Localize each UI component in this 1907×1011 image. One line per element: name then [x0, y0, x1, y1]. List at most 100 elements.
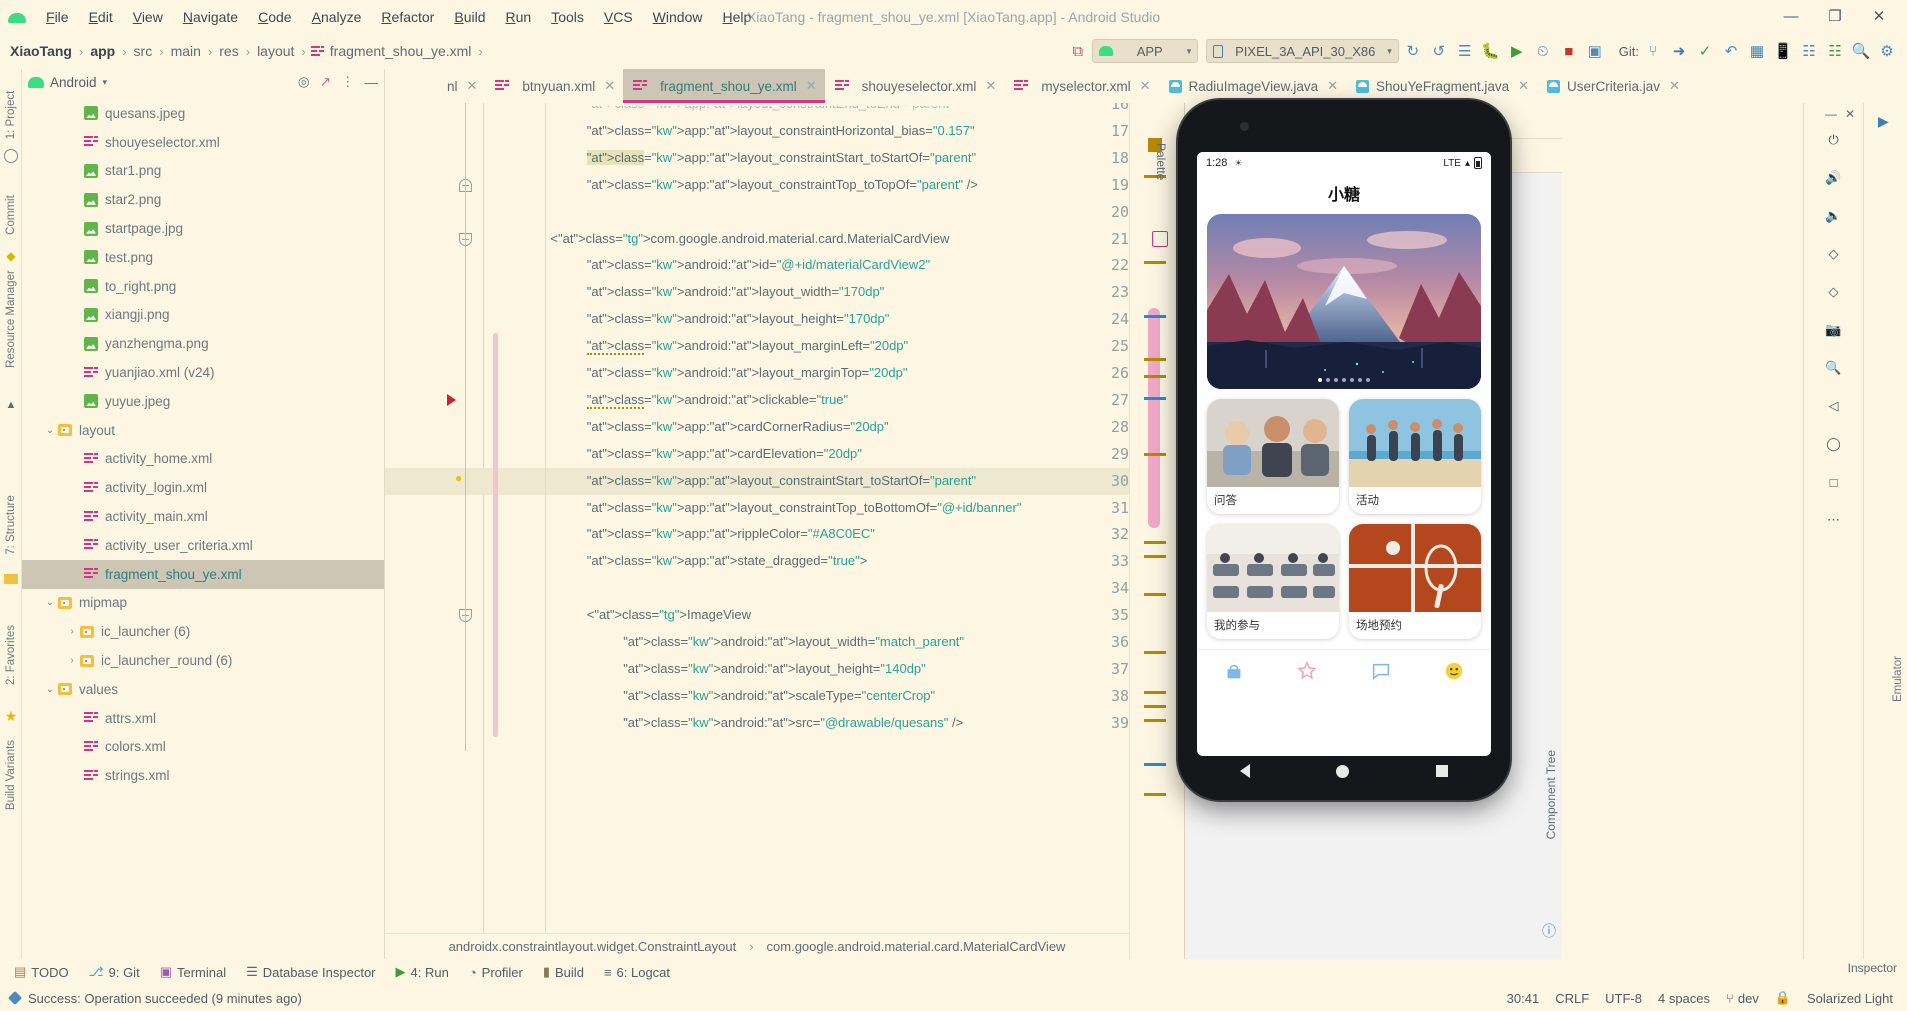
tree-item[interactable]: shouyeselector.xml	[22, 128, 384, 157]
tree-item[interactable]: test.png	[22, 243, 384, 272]
tree-item-selected[interactable]: fragment_shou_ye.xml	[22, 559, 384, 589]
tool-window-9--git[interactable]: ⎇ 9: Git	[89, 964, 140, 980]
intention-bulb-icon[interactable]: ●	[455, 471, 462, 485]
chevron-down-icon[interactable]: ⌄	[42, 684, 58, 695]
menu-item-vcs[interactable]: VCS	[594, 6, 643, 28]
close-button[interactable]: ✕	[1857, 4, 1901, 28]
code-line[interactable]: "at">class="kw">android:"at">layout_heig…	[623, 656, 926, 683]
tool-window-todo[interactable]: ▤ TODO	[14, 964, 69, 980]
home-icon[interactable]: ◯	[1804, 425, 1863, 463]
code-line[interactable]: "at">class="kw">app:"at">layout_constrai…	[587, 468, 976, 495]
help-icon[interactable]: ⓘ	[1542, 921, 1556, 941]
rail-item-commit[interactable]: Commit	[5, 182, 17, 248]
breadcrumb-item-0[interactable]: XiaoTang	[8, 43, 74, 59]
tree-item[interactable]: › ic_launcher (6)	[22, 617, 384, 646]
device-selector[interactable]: PIXEL_3A_API_30_X86 ▾	[1206, 39, 1399, 63]
close-icon[interactable]: ✕	[985, 78, 996, 94]
code-line[interactable]: "at">class="kw">android:"at">clickable="…	[586, 387, 848, 414]
tree-item[interactable]: activity_login.xml	[22, 473, 384, 502]
chevron-down-icon[interactable]: ▾	[103, 77, 108, 88]
code-line[interactable]: <"at">class="tg">com.google.android.mate…	[550, 226, 949, 253]
caret-position[interactable]: 30:41	[1507, 991, 1540, 1006]
close-icon[interactable]: ✕	[1140, 78, 1151, 94]
rail-item-build-variants[interactable]: Build Variants	[5, 735, 17, 815]
code-line[interactable]: "at">class="kw">app:"at">layout_constrai…	[586, 145, 976, 172]
search-icon[interactable]: 🔍	[1849, 39, 1873, 63]
branch-name[interactable]: dev	[1738, 991, 1759, 1006]
menu-item-view[interactable]: View	[123, 6, 173, 28]
tree-item[interactable]: startpage.jpg	[22, 214, 384, 243]
back-icon[interactable]: ◁	[1804, 387, 1863, 425]
breadcrumb-item-4[interactable]: res	[217, 43, 240, 59]
device-manager-icon[interactable]: 📱	[1771, 39, 1795, 63]
feature-card[interactable]: 场地预约	[1349, 524, 1481, 639]
zoom-icon[interactable]: 🔍	[1804, 349, 1863, 387]
avd-icon[interactable]: ☷	[1823, 39, 1847, 63]
tree-item[interactable]: ⌄ values	[22, 675, 384, 704]
power-icon[interactable]: ⏻	[1804, 121, 1863, 159]
breadcrumb-item-2[interactable]: src	[132, 43, 155, 59]
rotate-left-icon[interactable]: ◇	[1804, 235, 1863, 273]
tree-item[interactable]: xiangji.png	[22, 301, 384, 330]
tree-item[interactable]: activity_main.xml	[22, 502, 384, 531]
tree-item[interactable]: yanzhengma.png	[22, 329, 384, 358]
hide-icon[interactable]: —	[365, 75, 379, 90]
options-icon[interactable]: ⋮	[341, 74, 355, 90]
editor-tab-fragment-shou-ye-xml[interactable]: fragment_shou_ye.xml ✕	[623, 69, 826, 103]
code-line[interactable]: "at">class="kw">android:"at">layout_marg…	[586, 333, 908, 360]
tree-item[interactable]: star1.png	[22, 157, 384, 186]
close-icon[interactable]: ✕	[604, 78, 615, 94]
component-breadcrumb-0[interactable]: androidx.constraintlayout.widget.Constra…	[449, 939, 737, 954]
tree-item[interactable]: attrs.xml	[22, 704, 384, 733]
code-line[interactable]: <"at">class="tg">ImageView	[587, 602, 751, 629]
editor-tab-usercriteria-jav[interactable]: UserCriteria.jav ✕	[1537, 69, 1688, 103]
menu-item-build[interactable]: Build	[444, 6, 495, 28]
lock-icon[interactable]: 🔒	[1775, 990, 1791, 1006]
component-breadcrumb[interactable]: androidx.constraintlayout.widget.Constra…	[385, 933, 1129, 959]
close-icon[interactable]: ✕	[1327, 78, 1338, 94]
chevron-right-icon[interactable]: ›	[64, 655, 80, 666]
profiler-icon[interactable]: ⏲	[1531, 39, 1555, 63]
menu-item-analyze[interactable]: Analyze	[302, 6, 372, 28]
rail-item-structure[interactable]: 7: Structure	[5, 492, 17, 558]
git-commit-icon[interactable]: ✓	[1693, 39, 1717, 63]
editor-tab-shouyefragment-java[interactable]: ShouYeFragment.java ✕	[1346, 69, 1537, 103]
avd-manager-icon[interactable]: ↺	[1427, 39, 1451, 63]
code-line[interactable]: "at">class="kw">android:"at">layout_marg…	[587, 360, 908, 387]
tool-window-4--run[interactable]: ▶ 4: Run	[396, 964, 449, 980]
overview-icon[interactable]: □	[1804, 463, 1863, 501]
indent-setting[interactable]: 4 spaces	[1658, 991, 1710, 1006]
code-line[interactable]: "at">class="kw">android:"at">id="@+id/ma…	[587, 252, 930, 279]
close-icon[interactable]: ✕	[467, 78, 478, 94]
code-line[interactable]: "at">class="kw">app:"at">layout_constrai…	[587, 495, 1022, 522]
feature-card[interactable]: 问答	[1207, 399, 1339, 514]
tool-window-6--logcat[interactable]: ≡ 6: Logcat	[604, 965, 670, 980]
breakpoint-icon[interactable]	[447, 393, 456, 406]
feature-card[interactable]: 活动	[1349, 399, 1481, 514]
chat-icon[interactable]	[1370, 660, 1392, 682]
menu-item-edit[interactable]: Edit	[79, 6, 123, 28]
project-tree[interactable]: quesans.jpeg shouyeselector.xml star1.png s…	[22, 96, 384, 959]
home-circle-icon[interactable]	[1336, 764, 1350, 778]
code-line[interactable]: "at">class="kw">android:"at">layout_widt…	[587, 279, 885, 306]
close-icon[interactable]: ✕	[806, 78, 817, 94]
sync-icon[interactable]: ↻	[1401, 39, 1425, 63]
recents-square-icon[interactable]	[1435, 765, 1448, 777]
bottom-nav-bar[interactable]	[1197, 649, 1491, 691]
minimize-button[interactable]: —	[1769, 4, 1813, 28]
resource-icon[interactable]	[1152, 231, 1168, 247]
emulator-close-icon[interactable]: ✕	[1845, 107, 1855, 121]
encoding[interactable]: UTF-8	[1605, 991, 1642, 1006]
back-triangle-icon[interactable]	[1240, 764, 1251, 778]
settings-gear-icon[interactable]: ⚙	[1875, 39, 1899, 63]
run-icon[interactable]: ▶	[1505, 39, 1529, 63]
rail-item-favorites[interactable]: 2: Favorites	[5, 622, 17, 688]
chevron-down-icon[interactable]: ⌄	[42, 597, 58, 608]
rotate-right-icon[interactable]: ◇	[1804, 273, 1863, 311]
chevron-right-icon[interactable]: ›	[64, 626, 80, 637]
tree-item[interactable]: yuyue.jpeg	[22, 387, 384, 416]
code-line[interactable]: "at">class="kw">android:"at">layout_widt…	[623, 629, 964, 656]
breadcrumb-item-1[interactable]: app	[88, 43, 117, 59]
breadcrumb-item-5[interactable]: layout	[255, 43, 296, 59]
maximize-button[interactable]: ❐	[1813, 4, 1857, 28]
